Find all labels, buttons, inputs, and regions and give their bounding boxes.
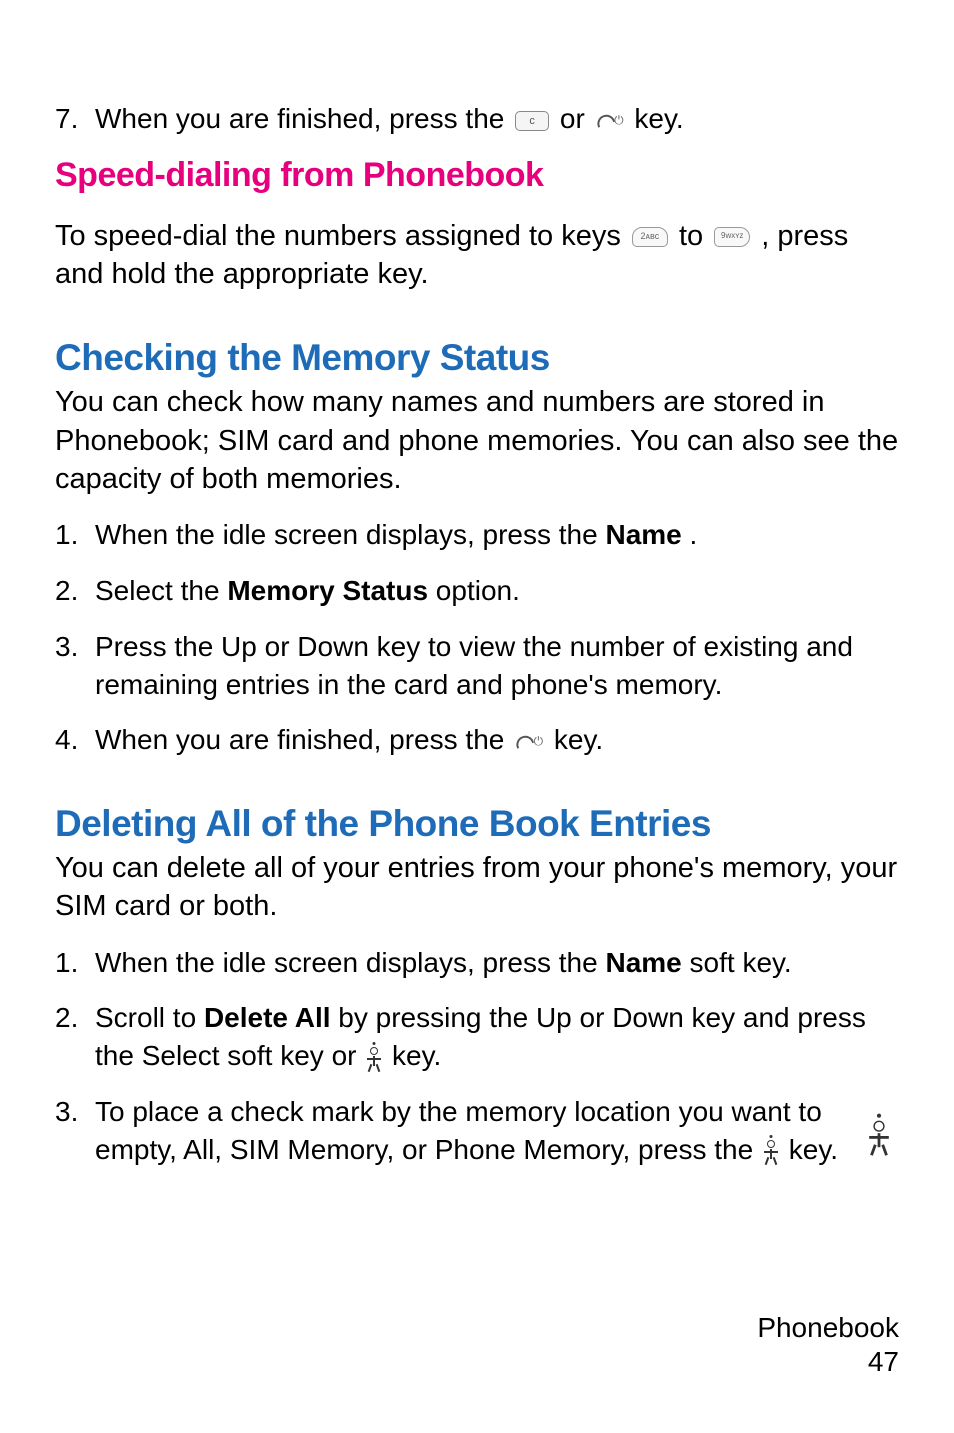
list-item: 3. To place a check mark by the memory l… [55,1093,899,1169]
bold-text: Delete All [204,1002,331,1033]
step-text: To place a check mark by the memory loca… [95,1093,899,1169]
list-item: 2. Select the Memory Status option. [55,572,899,610]
person-key-icon [364,1047,384,1069]
list-item: 1. When the idle screen displays, press … [55,516,899,554]
list-item: 2. Scroll to Delete All by pressing the … [55,999,899,1075]
text-fragment: When you are finished, press the [95,724,512,755]
text-fragment: key. [789,1134,838,1165]
text-fragment: or [560,103,593,134]
memory-status-heading: Checking the Memory Status [55,337,899,379]
page-footer: Phonebook 47 [757,1312,899,1378]
bold-text: Name [605,519,681,550]
step-text: Press the Up or Down key to view the num… [95,628,899,704]
speed-dialing-heading: Speed-dialing from Phonebook [55,156,899,195]
list-item: 4. When you are finished, press the key. [55,721,899,759]
text-fragment: Select the [95,575,227,606]
step-text: Select the Memory Status option. [95,572,899,610]
text-fragment: key. [554,724,603,755]
list-item: 3. Press the Up or Down key to view the … [55,628,899,704]
step-7: 7. When you are finished, press the or k… [55,100,899,138]
step-number: 7. [55,100,95,138]
key-9-icon [714,227,750,247]
text-fragment: soft key. [682,947,792,978]
c-key-icon [515,111,549,131]
text-fragment: When you are finished, press the [95,103,512,134]
text-fragment: to [679,220,711,252]
page-number: 47 [757,1346,899,1378]
key-2-icon [632,227,668,247]
text-fragment: To place a check mark by the memory loca… [95,1096,822,1165]
memory-status-steps: 1. When the idle screen displays, press … [55,516,899,759]
text-fragment: Scroll to [95,1002,204,1033]
person-key-icon-large [869,1125,889,1147]
text-fragment: key. [392,1040,441,1071]
step-text: Scroll to Delete All by pressing the Up … [95,999,899,1075]
person-key-icon [761,1140,781,1162]
deleting-all-intro: You can delete all of your entries from … [55,849,899,926]
step-text: When you are finished, press the key. [95,721,899,759]
step-text: When the idle screen displays, press the… [95,516,899,554]
step-number: 4. [55,721,95,759]
footer-section-name: Phonebook [757,1312,899,1344]
end-key-icon [596,112,624,130]
memory-status-intro: You can check how many names and numbers… [55,383,899,498]
bold-text: Name [605,947,681,978]
step-number: 3. [55,1093,95,1169]
list-item: 1. When the idle screen displays, press … [55,944,899,982]
step-number: 2. [55,999,95,1075]
step-number: 1. [55,516,95,554]
step-text: When you are finished, press the or key. [95,100,899,138]
bold-text: Memory Status [227,575,428,606]
text-fragment: To speed-dial the numbers assigned to ke… [55,220,629,252]
text-fragment: When the idle screen displays, press the [95,947,605,978]
step-number: 3. [55,628,95,704]
step-number: 2. [55,572,95,610]
delete-all-steps: 1. When the idle screen displays, press … [55,944,899,1169]
speed-dial-paragraph: To speed-dial the numbers assigned to ke… [55,217,899,294]
step-number: 1. [55,944,95,982]
step-7-container: 7. When you are finished, press the or k… [55,100,899,138]
step-text: When the idle screen displays, press the… [95,944,899,982]
text-fragment: . [682,519,698,550]
text-fragment: option. [428,575,520,606]
deleting-all-heading: Deleting All of the Phone Book Entries [55,803,899,845]
end-key-icon [515,733,543,751]
text-fragment: When the idle screen displays, press the [95,519,605,550]
text-fragment: key. [634,103,683,134]
